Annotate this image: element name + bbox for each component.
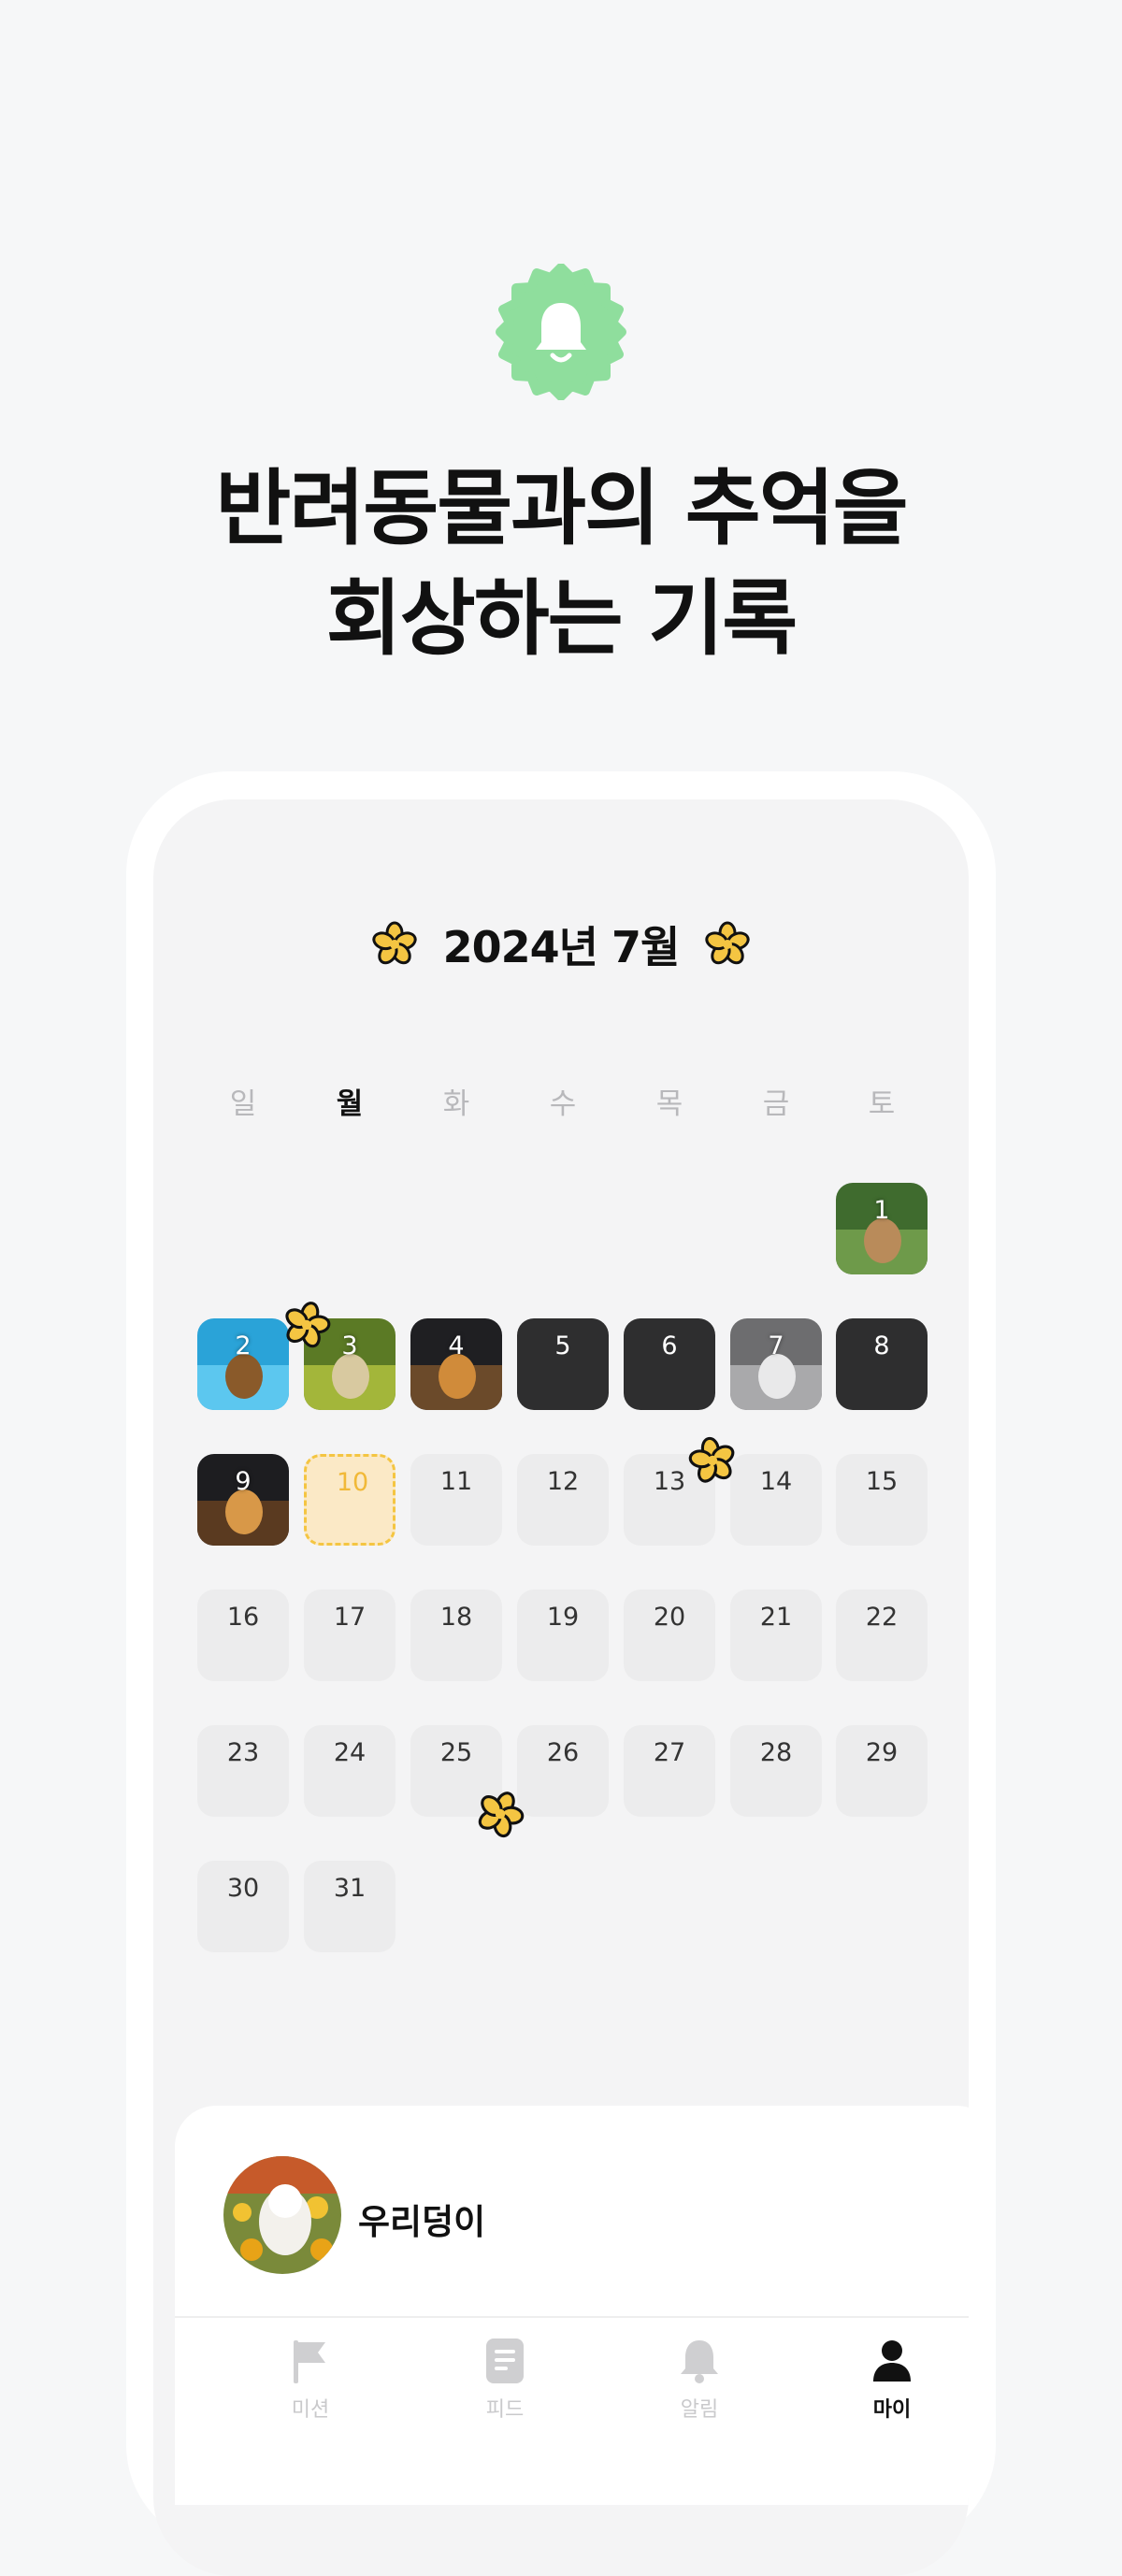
calendar-day[interactable]: 24 bbox=[304, 1725, 396, 1817]
phone-screen: 2024년 7월 일 월 화 수 목 금 토 1 2 3 4 5 6 7 8 9 10 11 12 1 bbox=[153, 799, 969, 2576]
day-number: 24 bbox=[333, 1738, 367, 1767]
calendar-day[interactable]: 18 bbox=[410, 1590, 502, 1681]
calendar-day[interactable]: 21 bbox=[730, 1590, 822, 1681]
pet-avatar-image bbox=[223, 2156, 341, 2274]
headline-line-1: 반려동물과의 추억을 bbox=[215, 460, 908, 556]
bell-badge bbox=[493, 263, 629, 401]
calendar-day[interactable]: 4 bbox=[410, 1318, 502, 1410]
tab-feed[interactable]: 피드 bbox=[439, 2337, 570, 2449]
calendar-day[interactable]: 29 bbox=[836, 1725, 928, 1817]
day-number: 10 bbox=[336, 1468, 369, 1497]
day-number: 12 bbox=[546, 1467, 580, 1496]
day-number: 19 bbox=[546, 1603, 580, 1632]
calendar-day[interactable]: 23 bbox=[197, 1725, 289, 1817]
calendar-day[interactable]: 19 bbox=[517, 1590, 609, 1681]
calendar-day[interactable]: 5 bbox=[517, 1318, 609, 1410]
day-number: 1 bbox=[873, 1196, 890, 1225]
document-icon bbox=[486, 2339, 524, 2383]
day-number: 21 bbox=[759, 1603, 793, 1632]
day-number: 15 bbox=[865, 1467, 899, 1496]
profile-card[interactable]: 우리덩이 bbox=[175, 2106, 969, 2330]
day-number: 14 bbox=[759, 1467, 793, 1496]
day-number: 23 bbox=[226, 1738, 260, 1767]
flower-sticker-icon bbox=[285, 1302, 331, 1348]
calendar-day[interactable]: 6 bbox=[624, 1318, 715, 1410]
tab-label: 알림 bbox=[680, 2398, 719, 2422]
day-number: 30 bbox=[226, 1874, 260, 1903]
day-number: 17 bbox=[333, 1603, 367, 1632]
tab-label: 마이 bbox=[872, 2398, 912, 2422]
calendar-day[interactable]: 8 bbox=[836, 1318, 928, 1410]
calendar-day[interactable]: 28 bbox=[730, 1725, 822, 1817]
tab-my[interactable]: 마이 bbox=[827, 2337, 957, 2449]
tab-mission[interactable]: 미션 bbox=[245, 2337, 376, 2449]
avatar[interactable] bbox=[223, 2156, 341, 2274]
day-number: 26 bbox=[546, 1738, 580, 1767]
day-number: 6 bbox=[661, 1331, 678, 1360]
calendar-grid: 1 2 3 4 5 6 7 8 9 10 11 12 13 14 15 16 17 18 19 20 21 22 23 24 2… bbox=[153, 799, 969, 2108]
calendar-day[interactable]: 2 bbox=[197, 1318, 289, 1410]
calendar-day[interactable]: 15 bbox=[836, 1454, 928, 1546]
calendar-day[interactable]: 1 bbox=[836, 1183, 928, 1274]
calendar-day[interactable]: 11 bbox=[410, 1454, 502, 1546]
flower-sticker-icon bbox=[688, 1436, 735, 1483]
calendar-day[interactable]: 12 bbox=[517, 1454, 609, 1546]
bell-icon bbox=[496, 263, 626, 401]
day-number: 31 bbox=[333, 1874, 367, 1903]
flower-sticker-icon bbox=[478, 1792, 525, 1838]
calendar-day[interactable]: 10 bbox=[304, 1454, 396, 1546]
person-icon bbox=[873, 2340, 911, 2382]
day-number: 5 bbox=[554, 1331, 571, 1360]
calendar-day[interactable]: 26 bbox=[517, 1725, 609, 1817]
day-number: 16 bbox=[226, 1603, 260, 1632]
headline: 반려동물과의 추억을 회상하는 기록 bbox=[0, 453, 1122, 674]
tab-label: 피드 bbox=[485, 2398, 525, 2422]
pet-name: 우리덩이 bbox=[358, 2202, 486, 2242]
day-number: 8 bbox=[873, 1331, 890, 1360]
day-number: 27 bbox=[653, 1738, 686, 1767]
headline-line-2: 회상하는 기록 bbox=[325, 570, 798, 667]
calendar-day[interactable]: 31 bbox=[304, 1861, 396, 1952]
tab-notifications[interactable]: 알림 bbox=[634, 2337, 765, 2449]
day-number: 22 bbox=[865, 1603, 899, 1632]
calendar-day[interactable]: 30 bbox=[197, 1861, 289, 1952]
flag-icon bbox=[294, 2340, 325, 2383]
day-number: 28 bbox=[759, 1738, 793, 1767]
day-number: 29 bbox=[865, 1738, 899, 1767]
day-number: 20 bbox=[653, 1603, 686, 1632]
calendar-day[interactable]: 20 bbox=[624, 1590, 715, 1681]
day-number: 25 bbox=[439, 1738, 473, 1767]
day-number: 11 bbox=[439, 1467, 473, 1496]
calendar-day[interactable]: 14 bbox=[730, 1454, 822, 1546]
bell-icon bbox=[681, 2340, 718, 2383]
calendar-day[interactable]: 9 bbox=[197, 1454, 289, 1546]
tab-label: 미션 bbox=[291, 2398, 330, 2422]
calendar-day[interactable]: 17 bbox=[304, 1590, 396, 1681]
day-number: 2 bbox=[235, 1331, 252, 1360]
day-number: 4 bbox=[448, 1331, 465, 1360]
calendar-day[interactable]: 7 bbox=[730, 1318, 822, 1410]
calendar-day[interactable]: 22 bbox=[836, 1590, 928, 1681]
tab-bar: 미션 피드 알림 마이 bbox=[175, 2318, 969, 2505]
day-number: 7 bbox=[768, 1331, 784, 1360]
phone-mockup: 2024년 7월 일 월 화 수 목 금 토 1 2 3 4 5 6 7 8 9 10 11 12 1 bbox=[126, 771, 996, 2576]
calendar-day[interactable]: 27 bbox=[624, 1725, 715, 1817]
day-number: 18 bbox=[439, 1603, 473, 1632]
day-number: 9 bbox=[235, 1467, 252, 1496]
calendar-day[interactable]: 16 bbox=[197, 1590, 289, 1681]
